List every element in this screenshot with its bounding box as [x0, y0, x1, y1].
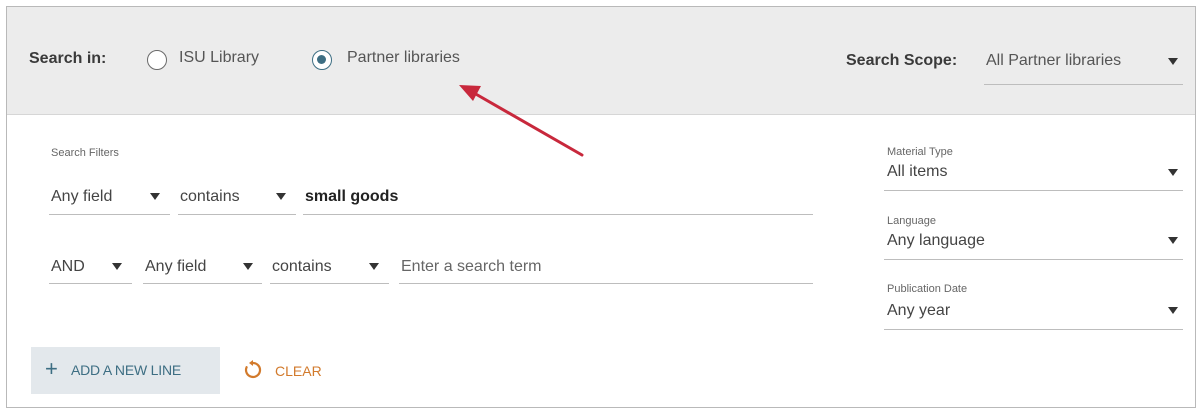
radio-dot [317, 55, 326, 64]
select-underline [270, 283, 389, 284]
select-underline [884, 190, 1183, 191]
chevron-down-icon [1168, 307, 1178, 314]
plus-icon: + [45, 356, 58, 381]
select-underline [984, 84, 1183, 85]
operator-select-value: contains [180, 188, 240, 205]
chevron-down-icon [112, 263, 122, 270]
refresh-icon[interactable] [243, 360, 263, 380]
select-underline [884, 259, 1183, 260]
facet-label: Language [887, 215, 936, 227]
add-new-line-button[interactable]: + ADD A NEW LINE [31, 347, 220, 394]
operator-select-value: contains [272, 258, 332, 275]
chevron-down-icon [243, 263, 253, 270]
field-select-value: Any field [51, 188, 113, 205]
search-scope-value: All Partner libraries [986, 52, 1122, 69]
select-underline [49, 214, 170, 215]
facet-value: Any year [887, 302, 951, 319]
select-underline [178, 214, 296, 215]
facet-value: Any language [887, 232, 985, 249]
add-new-line-label: ADD A NEW LINE [71, 362, 182, 378]
field-select-value: Any field [145, 258, 207, 275]
select-underline [49, 283, 132, 284]
radio-button-unselected[interactable] [147, 50, 167, 70]
search-term-placeholder[interactable]: Enter a search term [401, 258, 542, 276]
boolean-select-value: AND [51, 258, 85, 275]
search-in-label: Search in: [29, 50, 107, 67]
radio-label-isu-library: ISU Library [179, 49, 260, 66]
facet-label: Material Type [887, 146, 953, 158]
advanced-search-panel: Search in: ISU Library Partner libraries… [6, 6, 1196, 408]
search-filters-title: Search Filters [51, 147, 119, 159]
facet-label: Publication Date [887, 283, 968, 295]
search-term-value[interactable]: small goods [305, 188, 398, 206]
chevron-down-icon [1168, 169, 1178, 176]
select-underline [884, 329, 1183, 330]
chevron-down-icon [276, 193, 286, 200]
search-in-bar: Search in: ISU Library Partner libraries… [7, 7, 1195, 115]
facet-value: All items [887, 163, 948, 180]
input-underline [399, 283, 813, 284]
chevron-down-icon [1168, 58, 1178, 65]
select-underline [143, 283, 262, 284]
radio-label-partner-libraries: Partner libraries [347, 49, 460, 66]
chevron-down-icon [369, 263, 379, 270]
clear-button[interactable]: CLEAR [275, 363, 322, 379]
radio-button-selected[interactable] [312, 50, 332, 70]
input-underline [303, 214, 813, 215]
chevron-down-icon [150, 193, 160, 200]
chevron-down-icon [1168, 237, 1178, 244]
search-scope-label: Search Scope: [846, 52, 958, 69]
